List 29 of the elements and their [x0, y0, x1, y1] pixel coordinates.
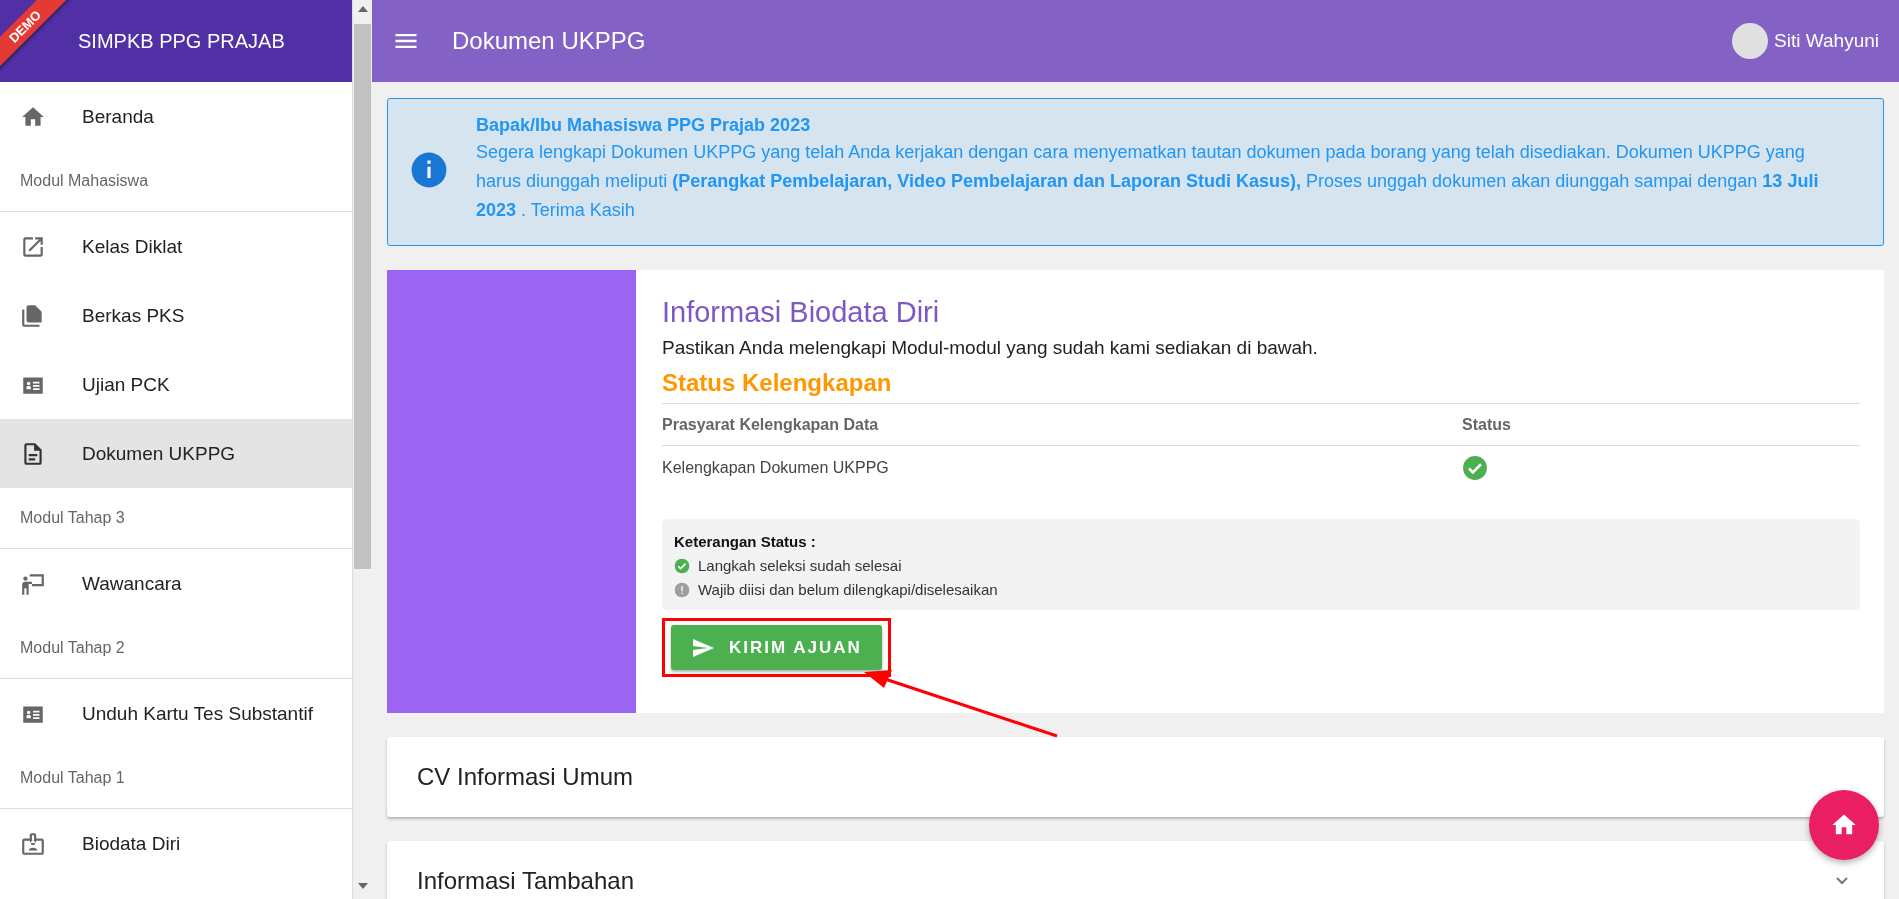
check-circle-icon: [674, 557, 690, 574]
nav-item[interactable]: Dokumen UKPPG: [0, 419, 352, 488]
table-cell-text: Kelengkapan Dokumen UKPPG: [662, 458, 890, 477]
legend-title: Keterangan Status :: [674, 533, 817, 550]
avatar[interactable]: [1732, 23, 1769, 59]
scroll-up-icon[interactable]: [357, 6, 368, 12]
page-title: Dokumen UKPPG: [452, 27, 647, 55]
legend-label: Wajib diisi dan belum dilengkapi/diselesaikan: [698, 581, 998, 598]
column-header: Prasyarat Kelengkapan Data: [662, 415, 880, 434]
scroll-down-icon[interactable]: [357, 883, 368, 889]
accordion-panel[interactable]: Informasi Tambahan: [387, 841, 1884, 899]
alert-message: Segera lengkapi Dokumen UKPPG yang telah Anda kerjakan dengan cara menyematkan tautan dokumen pada borang yang telah disediakan. Dokumen UKPPG yang harus diunggah meliputi (Perangkat Pembelajaran, Video Pembelajaran dan Laporan Studi Kasus), Proses unggah dokumen akan diunggah sampai dengan 13 Juli 2023 . Terima Kasih: [476, 141, 1820, 222]
scrollbar-thumb[interactable]: [354, 24, 371, 569]
app-brand: SIMPKB PPG PRAJAB: [78, 29, 285, 53]
section-heading: Status Kelengkapan: [662, 369, 893, 397]
scrollbar[interactable]: [352, 0, 372, 899]
check-circle-icon: [1462, 454, 1488, 481]
panel-title: CV Informasi Umum: [417, 763, 635, 791]
info-icon: [410, 151, 448, 189]
card-subtitle: Pastikan Anda melengkapi Modul-modul yang sudah kami sediakan di bawah.: [662, 337, 1319, 359]
legend-label: Langkah seleksi sudah selesai: [698, 557, 902, 574]
user-name[interactable]: Siti Wahyuni: [1774, 30, 1879, 52]
badge-icon: [20, 830, 46, 857]
panel-title: Informasi Tambahan: [417, 867, 635, 895]
exclamation-circle-icon: [674, 581, 690, 598]
alert-title: Bapak/Ibu Mahasiswa PPG Prajab 2023: [476, 115, 812, 136]
card-title: Informasi Biodata Diri: [662, 296, 941, 329]
accordion-panel[interactable]: CV Informasi Umum: [387, 737, 1884, 817]
column-header: Status: [1462, 415, 1512, 434]
